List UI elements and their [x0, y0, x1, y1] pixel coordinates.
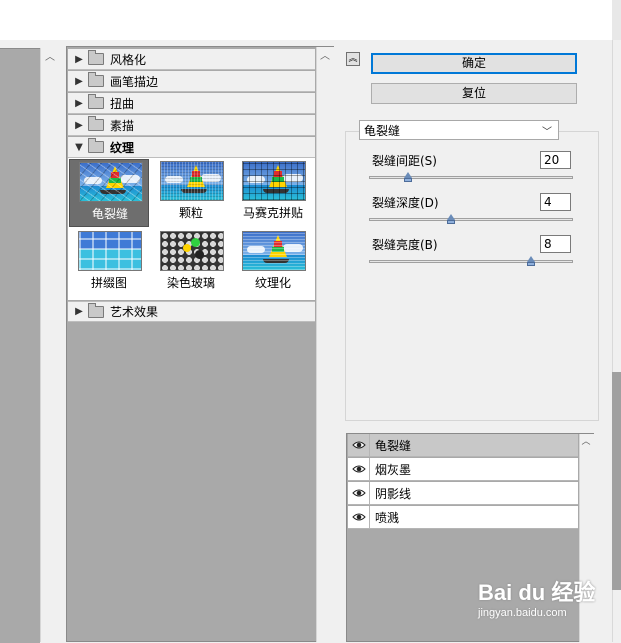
category-stylize[interactable]: ▶ 风格化 — [68, 49, 315, 70]
crack-depth-slider-thumb[interactable] — [447, 214, 455, 224]
window-right-scroll-thumb[interactable] — [612, 372, 621, 590]
expand-triangle-icon[interactable]: ▶ — [70, 120, 88, 131]
category-label: 扭曲 — [110, 96, 135, 111]
crack-depth-input[interactable]: 4 — [540, 193, 571, 211]
effect-layer-item[interactable]: 阴影线 — [348, 481, 578, 505]
category-brush-strokes[interactable]: ▶ 画笔描边 — [68, 71, 315, 92]
folder-open-icon — [88, 138, 104, 153]
crack-brightness-slider-thumb[interactable] — [527, 256, 535, 266]
collapse-gallery-button[interactable]: ︽ — [346, 52, 360, 66]
expand-triangle-icon[interactable]: ▶ — [70, 54, 88, 65]
effect-layers-scroll-up-icon[interactable]: ︿ — [581, 437, 591, 447]
category-texture[interactable]: ▼ 纹理 — [68, 137, 315, 158]
crack-depth-slider-track[interactable] — [369, 218, 573, 221]
preview-canvas[interactable] — [0, 48, 40, 643]
effect-layer-item[interactable]: 喷溅 — [348, 505, 578, 529]
collapse-triangle-icon[interactable]: ▼ — [70, 142, 88, 153]
filter-thumb-texturizer[interactable]: 纹理化 — [233, 229, 313, 297]
ok-button[interactable]: 确定 — [371, 53, 577, 74]
filter-thumb-label: 马赛克拼贴 — [242, 206, 303, 220]
filter-thumb-grain[interactable]: 颗粒 — [151, 159, 231, 227]
effect-layer-label: 阴影线 — [375, 486, 412, 501]
category-label: 素描 — [110, 118, 135, 133]
category-distort[interactable]: ▶ 扭曲 — [68, 93, 315, 114]
expand-triangle-icon[interactable]: ▶ — [70, 76, 88, 87]
filter-thumb-label: 龟裂缝 — [91, 207, 128, 221]
stained-glass-preview-image — [160, 231, 224, 271]
expand-triangle-icon[interactable]: ▶ — [70, 306, 88, 317]
expand-triangle-icon[interactable]: ▶ — [70, 98, 88, 109]
visibility-eye-icon[interactable] — [348, 505, 370, 529]
effect-layer-label: 喷溅 — [375, 510, 400, 525]
crack-spacing-slider-thumb[interactable] — [404, 172, 412, 182]
filter-thumb-craquelure[interactable]: 龟裂缝 — [69, 159, 149, 227]
watermark-brand: Bai du 经验 — [478, 580, 596, 605]
crack-brightness-slider-track[interactable] — [369, 260, 573, 263]
category-label: 风格化 — [110, 52, 147, 67]
watermark-url: jingyan.baidu.com — [478, 607, 567, 619]
category-label: 画笔描边 — [110, 74, 159, 89]
filter-thumb-mosaic-tiles[interactable]: 马赛克拼贴 — [233, 159, 313, 227]
category-artistic[interactable]: ▶ 艺术效果 — [68, 301, 315, 322]
double-chevron-up-icon: ︽ — [348, 54, 358, 64]
crack-spacing-slider-track[interactable] — [369, 176, 573, 179]
folder-icon — [88, 94, 104, 109]
baidu-jingyan-watermark: Bai du 经验 jingyan.baidu.com — [478, 575, 618, 635]
filter-list-scroll-up-icon[interactable]: ︿ — [319, 51, 331, 63]
reset-button[interactable]: 复位 — [371, 83, 577, 104]
mosaic-tiles-preview-image — [242, 161, 306, 201]
visibility-eye-icon[interactable] — [348, 481, 370, 505]
filter-type-select-value: 龟裂缝 — [364, 123, 401, 138]
visibility-eye-icon[interactable] — [348, 457, 370, 481]
filter-list-scrollbar[interactable] — [316, 47, 334, 642]
effect-layer-item[interactable]: 烟灰墨 — [348, 457, 578, 481]
window-top-right — [612, 0, 621, 40]
chevron-down-icon: ﹀ — [542, 126, 552, 138]
texturizer-preview-image — [242, 231, 306, 271]
filter-thumb-label: 纹理化 — [254, 276, 291, 290]
effect-layer-label: 烟灰墨 — [375, 462, 412, 477]
folder-icon — [88, 116, 104, 131]
filter-settings-group — [345, 131, 599, 421]
category-label: 艺术效果 — [110, 305, 159, 319]
category-label: 纹理 — [110, 140, 135, 155]
filter-thumb-label: 染色玻璃 — [166, 276, 215, 290]
filter-thumb-label: 拼缀图 — [90, 276, 127, 290]
crack-depth-label: 裂缝深度(D) — [372, 196, 439, 210]
filter-thumb-patchwork[interactable]: 拼缀图 — [69, 229, 149, 297]
filter-type-select[interactable]: 龟裂缝 ﹀ — [359, 120, 559, 140]
patchwork-preview-image — [78, 231, 142, 271]
category-sketch[interactable]: ▶ 素描 — [68, 115, 315, 136]
grain-preview-image — [160, 161, 224, 201]
texture-thumbnail-grid: 龟裂缝 颗粒 马赛克拼贴 拼缀图 染色玻璃 纹理化 — [68, 158, 315, 300]
folder-icon — [88, 72, 104, 87]
filter-thumb-label: 颗粒 — [178, 206, 203, 220]
folder-icon — [88, 302, 104, 318]
crack-spacing-label: 裂缝间距(S) — [372, 154, 437, 168]
window-top-bar — [0, 0, 612, 40]
crack-brightness-input[interactable]: 8 — [540, 235, 571, 253]
effect-layer-label: 龟裂缝 — [375, 438, 412, 453]
folder-icon — [88, 50, 104, 65]
craquelure-preview-image — [79, 162, 143, 202]
crack-spacing-input[interactable]: 20 — [540, 151, 571, 169]
filter-thumb-stained-glass[interactable]: 染色玻璃 — [151, 229, 231, 297]
preview-scrollbar[interactable] — [40, 48, 61, 642]
effect-layer-item[interactable]: 龟裂缝 — [348, 433, 578, 457]
preview-scroll-up-icon[interactable]: ︿ — [44, 52, 56, 64]
visibility-eye-icon[interactable] — [348, 433, 370, 457]
crack-brightness-label: 裂缝亮度(B) — [372, 238, 438, 252]
